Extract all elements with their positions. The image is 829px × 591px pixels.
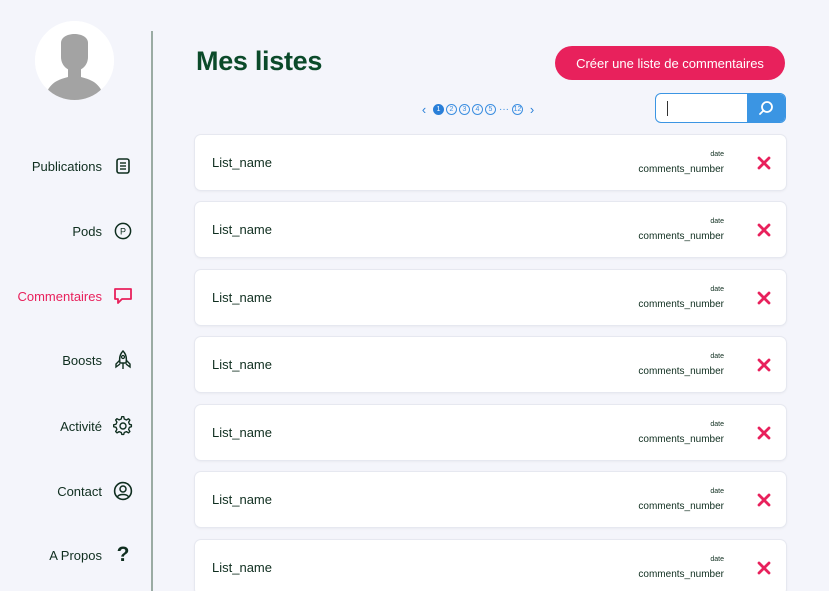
sidebar-item-label: Commentaires <box>17 288 102 304</box>
list-comments-count: comments_number <box>638 299 724 310</box>
sidebar-item-boosts[interactable]: Boosts <box>62 347 134 373</box>
sidebar-item-pods[interactable]: Pods P <box>72 218 134 244</box>
search-box <box>655 93 786 123</box>
sidebar-item-label: Publications <box>31 158 102 174</box>
search-button[interactable] <box>747 94 785 122</box>
close-icon <box>757 426 771 440</box>
list-name: List_name <box>212 425 272 440</box>
sidebar-item-activite[interactable]: Activité <box>60 413 134 439</box>
sidebar-item-label: A Propos <box>49 547 102 563</box>
pagination: ‹ 1 2 3 4 5 ··· 12 › <box>417 101 539 117</box>
delete-list-button[interactable] <box>756 357 772 373</box>
pagination-next-icon[interactable]: › <box>525 102 539 117</box>
list-date: date <box>710 218 724 225</box>
pagination-page[interactable]: 2 <box>446 103 457 115</box>
question-icon: ? <box>116 543 130 566</box>
list-comments-count: comments_number <box>638 434 724 445</box>
list-item[interactable]: List_name date comments_number <box>195 202 786 257</box>
list-item[interactable]: List_name date comments_number <box>195 472 786 527</box>
close-icon <box>757 561 771 575</box>
document-icon <box>112 155 134 177</box>
close-icon <box>757 156 771 170</box>
list-name: List_name <box>212 560 272 575</box>
search-icon <box>759 101 773 115</box>
sidebar-item-label: Activité <box>60 418 102 434</box>
close-icon <box>757 223 771 237</box>
close-icon <box>757 358 771 372</box>
delete-list-button[interactable] <box>756 155 772 171</box>
list-comments-count: comments_number <box>638 231 724 242</box>
pagination-page-last[interactable]: 12 <box>512 103 523 115</box>
pagination-page[interactable]: 5 <box>485 103 496 115</box>
list-date: date <box>710 286 724 293</box>
list-item[interactable]: List_name date comments_number <box>195 337 786 392</box>
list-item[interactable]: List_name date comments_number <box>195 540 786 591</box>
delete-list-button[interactable] <box>756 560 772 576</box>
rocket-icon <box>112 349 134 371</box>
list-comments-count: comments_number <box>638 569 724 580</box>
gear-icon <box>112 415 134 437</box>
list-item[interactable]: List_name date comments_number <box>195 270 786 325</box>
avatar[interactable] <box>35 21 114 100</box>
comment-icon <box>112 285 134 307</box>
sidebar-item-a-propos[interactable]: A Propos ? <box>49 542 134 568</box>
list-date: date <box>710 421 724 428</box>
pagination-page[interactable]: 4 <box>472 103 483 115</box>
user-silhouette-icon <box>35 21 114 100</box>
svg-text:P: P <box>120 226 126 236</box>
close-icon <box>757 493 771 507</box>
list-date: date <box>710 353 724 360</box>
delete-list-button[interactable] <box>756 425 772 441</box>
create-list-button[interactable]: Créer une liste de commentaires <box>555 46 785 80</box>
delete-list-button[interactable] <box>756 222 772 238</box>
sidebar-item-publications[interactable]: Publications <box>32 153 134 179</box>
close-icon <box>757 291 771 305</box>
list-name: List_name <box>212 222 272 237</box>
list-date: date <box>710 151 724 158</box>
list-comments-count: comments_number <box>638 164 724 175</box>
search-input[interactable] <box>656 94 748 122</box>
list-item[interactable]: List_name date comments_number <box>195 135 786 190</box>
sidebar-item-label: Contact <box>57 483 102 499</box>
delete-list-button[interactable] <box>756 290 772 306</box>
sidebar-item-label: Boosts <box>62 352 102 368</box>
list-comments-count: comments_number <box>638 501 724 512</box>
p-circle-icon: P <box>112 220 134 242</box>
sidebar: Publications Pods P Commentaires Boosts … <box>0 0 152 591</box>
delete-list-button[interactable] <box>756 492 772 508</box>
sidebar-item-commentaires[interactable]: Commentaires <box>17 283 134 309</box>
pagination-prev-icon[interactable]: ‹ <box>417 102 431 117</box>
sidebar-item-contact[interactable]: Contact <box>57 478 134 504</box>
list-comments-count: comments_number <box>638 366 724 377</box>
pagination-page[interactable]: 3 <box>459 103 470 115</box>
page-title: Mes listes <box>196 46 323 76</box>
list-item[interactable]: List_name date comments_number <box>195 405 786 460</box>
pagination-page[interactable]: 1 <box>433 103 444 115</box>
list-name: List_name <box>212 492 272 507</box>
list-date: date <box>710 488 724 495</box>
list-date: date <box>710 556 724 563</box>
sidebar-item-label: Pods <box>72 223 102 239</box>
list-name: List_name <box>212 357 272 372</box>
pagination-ellipsis: ··· <box>499 103 509 115</box>
text-caret <box>667 101 668 116</box>
sidebar-divider <box>151 31 153 591</box>
list-name: List_name <box>212 155 272 170</box>
list-name: List_name <box>212 290 272 305</box>
user-circle-icon <box>112 480 134 502</box>
